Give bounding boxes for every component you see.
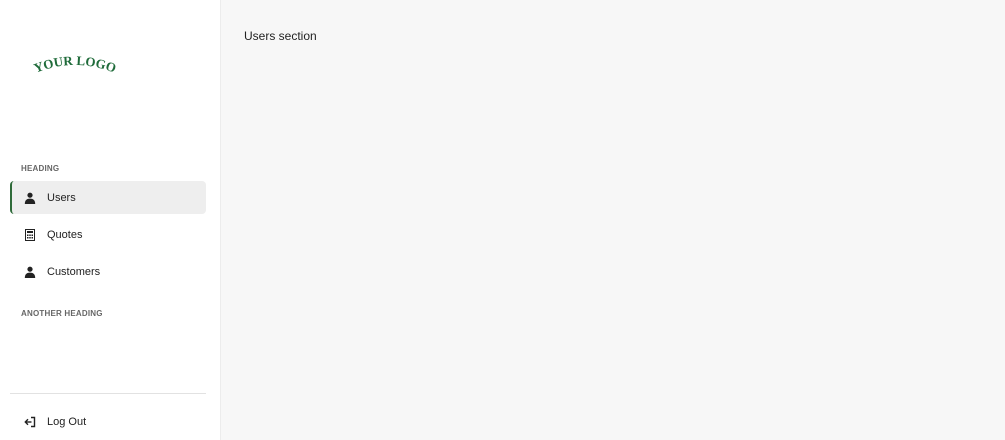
app-root: YOUR LOGO HEADING Users Quotes Customers… bbox=[0, 0, 1005, 440]
page-title: Users section bbox=[244, 29, 317, 43]
sidebar-heading: HEADING bbox=[21, 164, 60, 173]
logo[interactable]: YOUR LOGO bbox=[30, 50, 120, 76]
logout-icon bbox=[24, 416, 36, 428]
user-icon bbox=[24, 266, 36, 278]
logout-button[interactable]: Log Out bbox=[10, 405, 206, 438]
svg-text:YOUR LOGO: YOUR LOGO bbox=[32, 53, 119, 76]
sidebar-item-users[interactable]: Users bbox=[10, 181, 206, 214]
main-content: Users section bbox=[221, 0, 1005, 440]
sidebar-item-quotes[interactable]: Quotes bbox=[10, 218, 206, 251]
logout-label: Log Out bbox=[47, 415, 87, 428]
sidebar-item-label: Quotes bbox=[47, 228, 83, 241]
logo-text: YOUR LOGO bbox=[32, 53, 119, 76]
sidebar-item-customers[interactable]: Customers bbox=[10, 255, 206, 288]
user-icon bbox=[24, 192, 36, 204]
logo-graphic: YOUR LOGO bbox=[32, 53, 119, 76]
sidebar-item-label: Users bbox=[47, 191, 76, 204]
sidebar-item-label: Customers bbox=[47, 265, 101, 278]
calculator-icon bbox=[24, 228, 36, 241]
sidebar-heading: ANOTHER HEADING bbox=[21, 309, 103, 318]
sidebar-divider bbox=[10, 393, 206, 394]
sidebar: YOUR LOGO HEADING Users Quotes Customers… bbox=[0, 0, 221, 440]
